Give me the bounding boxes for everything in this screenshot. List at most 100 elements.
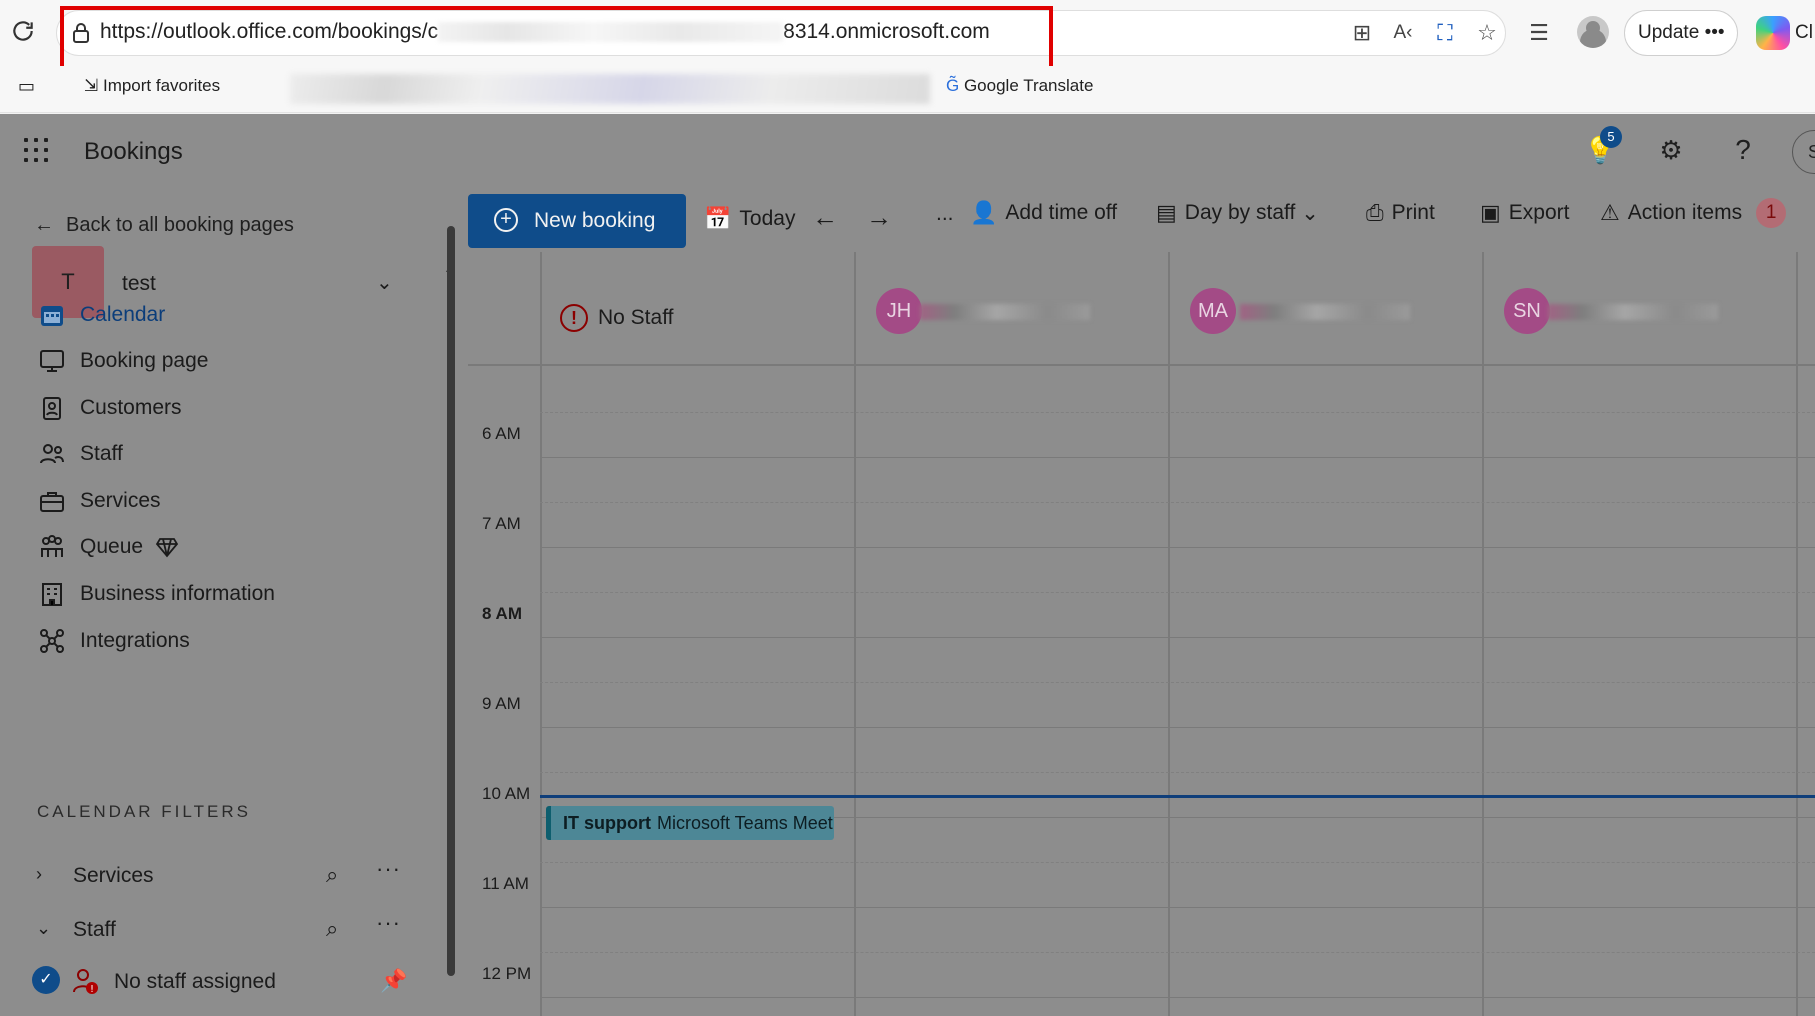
half-hour-line	[540, 592, 1815, 593]
favorite-import[interactable]: ⇲ Import favorites	[84, 76, 220, 96]
calendar-icon	[41, 306, 63, 326]
contact-card-icon	[43, 397, 61, 420]
booking-page-name[interactable]: test	[122, 272, 156, 296]
copilot-icon[interactable]	[1756, 16, 1790, 50]
read-aloud-icon[interactable]: A‹	[1388, 18, 1418, 48]
back-to-booking-pages-link[interactable]: ← Back to all booking pages	[34, 214, 294, 237]
no-staff-column-header[interactable]: ! No Staff	[560, 304, 674, 332]
printer-icon: ⎙	[1366, 200, 1384, 225]
queue-icon	[41, 535, 63, 557]
header-divider	[468, 364, 1815, 366]
staff-avatar-ma[interactable]: MA	[1190, 288, 1236, 334]
hour-line	[540, 907, 1815, 908]
staff-filter-label: No staff assigned	[114, 970, 276, 993]
time-label: 11 AM	[482, 874, 529, 893]
nav-staff[interactable]: Staff	[38, 437, 123, 471]
more-options-button[interactable]: ...	[936, 202, 954, 226]
today-button[interactable]: 📅 Today	[704, 206, 795, 232]
browser-toolbar: https://outlook.office.com/bookings/c 831…	[0, 0, 1815, 76]
half-hour-line	[540, 682, 1815, 683]
staff-avatar-jh[interactable]: JH	[876, 288, 922, 334]
time-label: 12 PM	[482, 964, 532, 983]
profile-avatar[interactable]	[1577, 16, 1609, 48]
more-icon: •••	[1704, 22, 1725, 43]
filter-staff-label: Staff	[73, 918, 116, 941]
favorite-star-icon[interactable]: ☆	[1472, 18, 1502, 48]
alert-circle-icon: !	[560, 304, 588, 332]
sidebar-scrollbar[interactable]	[447, 226, 455, 976]
reload-icon[interactable]	[10, 18, 36, 44]
chevron-right-icon[interactable]: ›	[36, 864, 58, 885]
favorite-google-translate-label: Google Translate	[963, 76, 1094, 95]
nav-calendar-label: Calendar	[80, 303, 166, 326]
favorite-google-translate[interactable]: G̃ Google Translate	[946, 76, 1093, 96]
nav-booking-page[interactable]: Booking page	[38, 344, 208, 378]
print-label: Print	[1391, 201, 1435, 224]
print-button[interactable]: ⎙ Print	[1366, 200, 1435, 226]
view-selector-dropdown[interactable]: ▤ Day by staff ⌄	[1156, 200, 1319, 226]
staff-filter-item[interactable]: ✓ ! No staff assigned 📌	[32, 966, 412, 998]
excel-export-icon: ▣	[1480, 200, 1501, 225]
redacted-staff-name	[1240, 304, 1410, 320]
plus-icon: +	[494, 208, 518, 232]
redacted-staff-name	[920, 304, 1090, 320]
app-available-icon[interactable]: ⊞	[1347, 18, 1377, 48]
nav-queue[interactable]: Queue	[38, 530, 179, 564]
time-label-current: 8 AM	[482, 604, 522, 623]
settings-gear-icon[interactable]: ⚙	[1655, 134, 1687, 166]
filter-services[interactable]: › Services ⌕ ···	[36, 856, 416, 892]
export-button[interactable]: ▣ Export	[1480, 200, 1570, 226]
nav-business-information[interactable]: Business information	[38, 577, 275, 611]
update-button[interactable]: Update •••	[1624, 10, 1738, 56]
nav-calendar[interactable]: Calendar	[38, 298, 165, 332]
redacted-staff-name	[1548, 304, 1718, 320]
half-hour-line	[540, 952, 1815, 953]
booking-event[interactable]: IT support Microsoft Teams Meet	[546, 806, 834, 840]
hour-line	[540, 457, 1815, 458]
help-icon[interactable]: ?	[1727, 134, 1759, 166]
app-launcher-icon[interactable]	[24, 138, 48, 162]
add-time-off-button[interactable]: 👤 Add time off	[970, 200, 1117, 226]
column-divider	[1482, 252, 1484, 1016]
action-items-button[interactable]: ⚠ Action items 1	[1600, 198, 1787, 228]
nav-services[interactable]: Services	[38, 484, 161, 518]
filter-staff[interactable]: ⌄ Staff ⌕ ···	[36, 910, 416, 946]
no-staff-label: No Staff	[598, 306, 674, 329]
calendar-today-icon: 📅	[704, 206, 732, 231]
today-label: Today	[739, 207, 796, 230]
building-icon	[42, 583, 62, 606]
more-options-icon[interactable]: ···	[376, 856, 401, 882]
hour-line	[540, 997, 1815, 998]
search-icon[interactable]: ⌕	[326, 862, 338, 888]
chevron-down-icon[interactable]: ⌄	[376, 270, 393, 295]
favorites-list-icon[interactable]: ☰	[1524, 18, 1554, 48]
chevron-down-icon[interactable]: ⌄	[36, 918, 58, 939]
column-divider	[1796, 252, 1798, 1016]
user-avatar[interactable]: S	[1792, 130, 1815, 174]
nav-customers[interactable]: Customers	[38, 391, 182, 425]
nav-integrations[interactable]: Integrations	[38, 624, 190, 658]
more-options-icon[interactable]: ···	[376, 910, 401, 936]
nav-integrations-label: Integrations	[80, 629, 190, 652]
column-divider	[540, 252, 542, 1016]
copilot-label[interactable]: Cl	[1795, 22, 1813, 44]
bookings-app: Bookings 💡 5 ⚙ ? S ← Back to all booking …	[0, 114, 1815, 1016]
search-icon[interactable]: ⌕	[326, 916, 338, 942]
warning-icon: ⚠	[1600, 200, 1620, 225]
app-title: Bookings	[84, 138, 183, 165]
tab-actions-icon[interactable]: ▭	[18, 76, 35, 97]
new-booking-button[interactable]: + New booking	[468, 194, 686, 248]
next-arrow-icon[interactable]: →	[866, 202, 892, 233]
pin-icon[interactable]: 📌	[380, 968, 407, 994]
add-time-off-label: Add time off	[1005, 201, 1118, 224]
half-hour-line	[540, 862, 1815, 863]
person-clock-icon: 👤	[970, 200, 998, 225]
staff-avatar-sn[interactable]: SN	[1504, 288, 1550, 334]
action-items-count: 1	[1756, 198, 1787, 228]
notification-badge: 5	[1600, 126, 1622, 148]
current-time-indicator	[540, 795, 1815, 798]
previous-arrow-icon[interactable]: ←	[812, 202, 838, 233]
checkmark-icon[interactable]: ✓	[32, 966, 60, 994]
half-hour-line	[540, 772, 1815, 773]
screenshot-icon[interactable]: ⛶	[1430, 18, 1460, 48]
